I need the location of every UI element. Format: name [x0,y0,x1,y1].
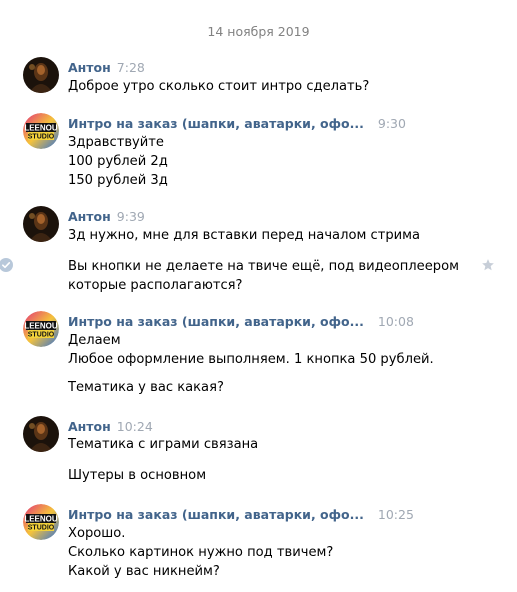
message-line: которые располагаются? [68,278,243,293]
message-time[interactable]: 10:08 [378,314,414,329]
avatar-intro[interactable]: LEENOU STUDIO [23,311,59,347]
avatar-logo-line2: STUDIO [28,332,55,339]
message-header: Антон 9:39 [68,209,145,225]
chat-history: 14 ноября 2019 Антон 7:28 Доброе утро ско… [0,0,517,592]
avatar-logo-line2: STUDIO [28,134,55,141]
sender-name[interactable]: Интро на заказ (шапки, аватарки, офо... [68,116,364,131]
message-line: 100 рублей 2д [68,154,168,169]
avatar-anton[interactable] [23,206,59,242]
sender-name[interactable]: Антон [68,209,111,224]
message-header: Антон 10:24 [68,419,153,435]
message-text: Тематика у вас какая? [68,378,468,397]
message-text: Тематика с играми связана [68,435,468,454]
avatar-logo-line1: LEENOU [24,124,58,133]
sender-name[interactable]: Антон [68,60,111,75]
message-line: Тематика с играми связана [68,437,259,452]
message-line: Делаем [68,333,121,348]
message-text: Вы кнопки не делаете на твиче ещё, под в… [68,257,468,295]
message-text: 3д нужно, мне для вставки перед началом … [68,226,468,245]
date-divider: 14 ноября 2019 [207,24,310,39]
avatar-logo-line2: STUDIO [28,525,55,532]
message-line: Любое оформление выполняем. 1 кнопка 50 … [68,352,434,367]
message-text: Делаем Любое оформление выполняем. 1 кно… [68,331,468,369]
message-text: Хорошо. Сколько картинок нужно под твиче… [68,524,468,581]
avatar-anton[interactable] [23,57,59,93]
message-time[interactable]: 10:24 [117,419,153,434]
star-icon[interactable] [481,257,495,271]
message-header: Интро на заказ (шапки, аватарки, офо... 1… [68,507,414,523]
sender-name[interactable]: Антон [68,419,111,434]
avatar-logo-line1: LEENOU [24,515,58,524]
avatar-anton[interactable] [23,416,59,452]
message-line: 3д нужно, мне для вставки перед началом … [68,228,421,243]
message-header: Интро на заказ (шапки, аватарки, офо... 9… [68,116,406,132]
avatar-intro[interactable]: LEENOU STUDIO [23,113,59,149]
avatar-logo-line1: LEENOU [24,322,58,331]
message-header: Интро на заказ (шапки, аватарки, офо... 1… [68,314,414,330]
message-time[interactable]: 7:28 [117,60,145,75]
sender-name[interactable]: Интро на заказ (шапки, аватарки, офо... [68,314,364,329]
message-line: Сколько картинок нужно под твичем? [68,545,334,560]
message-time[interactable]: 10:25 [378,507,414,522]
message-text: Здравствуйте 100 рублей 2д 150 рублей 3д [68,133,468,190]
message-line: Шутеры в основном [68,468,207,483]
message-line: Тематика у вас какая? [68,380,224,395]
message-line: 150 рублей 3д [68,173,168,188]
avatar-intro[interactable]: LEENOU STUDIO [23,504,59,540]
check-circle-icon[interactable] [0,257,13,272]
message-line: Вы кнопки не делаете на твиче ещё, под в… [68,259,459,274]
message-line: Хорошо. [68,526,126,541]
message-text: Шутеры в основном [68,466,468,485]
message-line: Какой у вас никнейм? [68,564,220,579]
message-time[interactable]: 9:39 [117,209,145,224]
message-time[interactable]: 9:30 [378,116,406,131]
sender-name[interactable]: Интро на заказ (шапки, аватарки, офо... [68,507,364,522]
message-text: Доброе утро сколько стоит интро сделать? [68,77,468,96]
message-line: Доброе утро сколько стоит интро сделать? [68,79,370,94]
message-line: Здравствуйте [68,135,164,150]
message-header: Антон 7:28 [68,60,145,76]
